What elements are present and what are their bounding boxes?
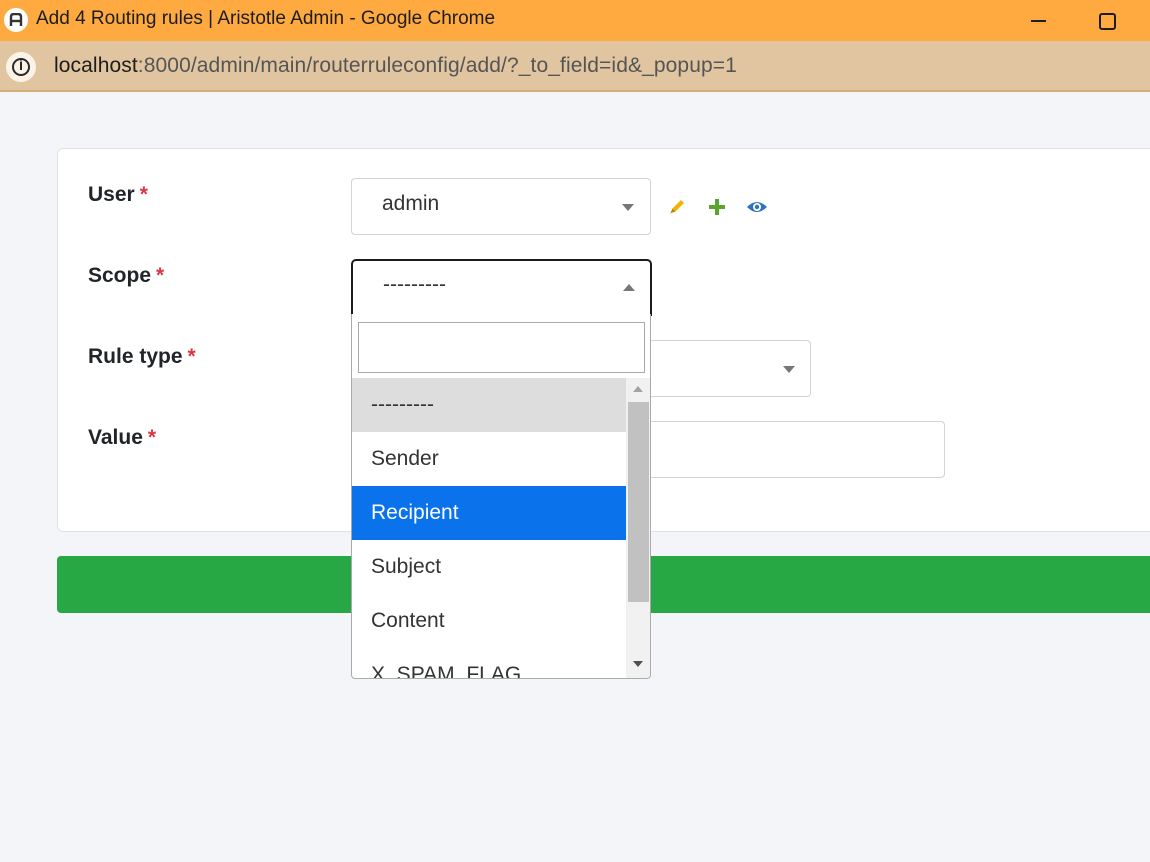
chevron-up-icon xyxy=(623,284,635,291)
required-marker: * xyxy=(147,426,157,449)
required-marker: * xyxy=(156,264,165,287)
dropdown-option-x-spam-flag[interactable]: X_SPAM_FLAG xyxy=(352,648,626,678)
rule-type-select[interactable] xyxy=(640,340,811,397)
plus-icon[interactable] xyxy=(706,196,728,218)
pencil-icon[interactable] xyxy=(666,196,688,218)
url-path: :8000/admin/main/routerruleconfig/add/?_… xyxy=(137,54,737,77)
required-marker: * xyxy=(139,183,148,206)
window-titlebar: Add 4 Routing rules | Aristotle Admin - … xyxy=(0,0,1150,41)
url-host: localhost xyxy=(54,54,138,77)
info-icon[interactable] xyxy=(6,52,36,82)
user-select[interactable]: admin xyxy=(351,178,651,235)
maximize-icon[interactable] xyxy=(1094,8,1118,32)
scrollbar-thumb[interactable] xyxy=(628,402,649,602)
dropdown-option-recipient[interactable]: Recipient xyxy=(352,486,626,540)
minimize-icon[interactable] xyxy=(1027,8,1051,32)
scope-label: Scope * xyxy=(88,264,165,287)
scope-select[interactable]: --------- xyxy=(351,259,652,316)
rule-type-label: Rule type * xyxy=(88,345,196,368)
dropdown-search-input[interactable] xyxy=(358,322,645,373)
required-marker: * xyxy=(187,345,196,368)
aristotle-logo-icon xyxy=(4,8,28,32)
scroll-up-arrow-icon[interactable] xyxy=(633,386,643,392)
scroll-down-arrow-icon[interactable] xyxy=(633,661,643,667)
user-label: User * xyxy=(88,183,148,206)
window-title: Add 4 Routing rules | Aristotle Admin - … xyxy=(36,8,496,29)
eye-icon[interactable] xyxy=(746,196,768,218)
user-select-value: admin xyxy=(382,192,440,215)
chevron-down-icon xyxy=(783,366,795,373)
dropdown-option-content[interactable]: Content xyxy=(352,594,626,648)
dropdown-scrollbar[interactable] xyxy=(626,378,650,678)
dropdown-option-empty[interactable]: --------- xyxy=(352,378,626,432)
url-text[interactable]: localhost:8000/admin/main/routerruleconf… xyxy=(54,54,737,78)
dropdown-option-subject[interactable]: Subject xyxy=(352,540,626,594)
scope-select-value: --------- xyxy=(383,273,446,296)
chevron-down-icon xyxy=(622,204,634,211)
scope-dropdown: --------- Sender Recipient Subject Conte… xyxy=(351,314,651,679)
dropdown-options-list: --------- Sender Recipient Subject Conte… xyxy=(352,378,626,678)
value-input[interactable] xyxy=(640,421,945,478)
dropdown-option-sender[interactable]: Sender xyxy=(352,432,626,486)
value-label: Value * xyxy=(88,426,157,449)
address-bar[interactable]: localhost:8000/admin/main/routerruleconf… xyxy=(0,41,1150,92)
